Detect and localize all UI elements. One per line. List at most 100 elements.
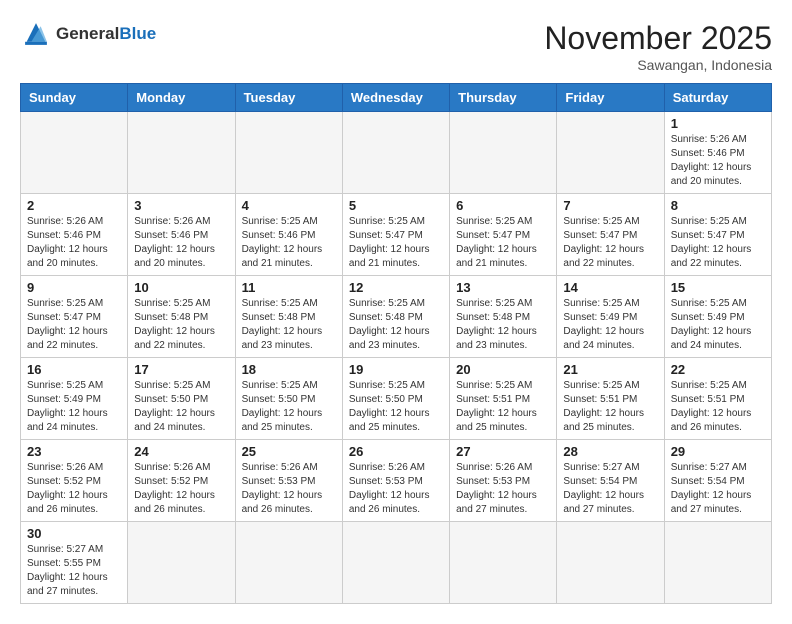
day-number: 24 xyxy=(134,444,228,459)
logo: GeneralBlue xyxy=(20,20,156,48)
day-number: 7 xyxy=(563,198,657,213)
day-info: Sunrise: 5:25 AM Sunset: 5:49 PM Dayligh… xyxy=(671,297,765,353)
day-number: 18 xyxy=(242,362,336,377)
weekday-header-sunday: Sunday xyxy=(21,84,128,112)
day-info: Sunrise: 5:25 AM Sunset: 5:51 PM Dayligh… xyxy=(563,379,657,435)
day-number: 8 xyxy=(671,198,765,213)
calendar-cell: 6 Sunrise: 5:25 AM Sunset: 5:47 PM Daylig… xyxy=(450,194,557,276)
weekday-header-row: SundayMondayTuesdayWednesdayThursdayFrid… xyxy=(21,84,772,112)
calendar-cell: 19Sunrise: 5:25 AM Sunset: 5:50 PM Dayli… xyxy=(342,358,449,440)
day-info: Sunrise: 5:27 AM Sunset: 5:54 PM Dayligh… xyxy=(563,461,657,517)
calendar-cell: 3 Sunrise: 5:26 AM Sunset: 5:46 PM Daylig… xyxy=(128,194,235,276)
day-info: Sunrise: 5:26 AM Sunset: 5:52 PM Dayligh… xyxy=(134,461,228,517)
calendar-cell: 7 Sunrise: 5:25 AM Sunset: 5:47 PM Daylig… xyxy=(557,194,664,276)
day-info: Sunrise: 5:25 AM Sunset: 5:47 PM Dayligh… xyxy=(349,215,443,271)
calendar-cell xyxy=(21,112,128,194)
calendar-cell xyxy=(235,112,342,194)
calendar-cell xyxy=(342,522,449,604)
day-number: 10 xyxy=(134,280,228,295)
calendar-cell: 16Sunrise: 5:25 AM Sunset: 5:49 PM Dayli… xyxy=(21,358,128,440)
calendar-table: SundayMondayTuesdayWednesdayThursdayFrid… xyxy=(20,83,772,604)
calendar-cell: 22Sunrise: 5:25 AM Sunset: 5:51 PM Dayli… xyxy=(664,358,771,440)
day-info: Sunrise: 5:25 AM Sunset: 5:48 PM Dayligh… xyxy=(349,297,443,353)
weekday-header-tuesday: Tuesday xyxy=(235,84,342,112)
day-number: 27 xyxy=(456,444,550,459)
weekday-header-saturday: Saturday xyxy=(664,84,771,112)
calendar-cell xyxy=(235,522,342,604)
day-info: Sunrise: 5:25 AM Sunset: 5:49 PM Dayligh… xyxy=(27,379,121,435)
weekday-header-wednesday: Wednesday xyxy=(342,84,449,112)
location: Sawangan, Indonesia xyxy=(544,57,772,73)
calendar-cell: 25Sunrise: 5:26 AM Sunset: 5:53 PM Dayli… xyxy=(235,440,342,522)
calendar-cell: 14 Sunrise: 5:25 AM Sunset: 5:49 PM Dayli… xyxy=(557,276,664,358)
calendar-cell: 15Sunrise: 5:25 AM Sunset: 5:49 PM Dayli… xyxy=(664,276,771,358)
calendar-cell: 17 Sunrise: 5:25 AM Sunset: 5:50 PM Dayli… xyxy=(128,358,235,440)
calendar-week-5: 23 Sunrise: 5:26 AM Sunset: 5:52 PM Dayli… xyxy=(21,440,772,522)
day-info: Sunrise: 5:26 AM Sunset: 5:46 PM Dayligh… xyxy=(27,215,121,271)
day-info: Sunrise: 5:25 AM Sunset: 5:48 PM Dayligh… xyxy=(134,297,228,353)
day-number: 5 xyxy=(349,198,443,213)
calendar-cell: 29Sunrise: 5:27 AM Sunset: 5:54 PM Dayli… xyxy=(664,440,771,522)
day-number: 21 xyxy=(563,362,657,377)
calendar-cell: 18Sunrise: 5:25 AM Sunset: 5:50 PM Dayli… xyxy=(235,358,342,440)
day-info: Sunrise: 5:26 AM Sunset: 5:52 PM Dayligh… xyxy=(27,461,121,517)
day-number: 2 xyxy=(27,198,121,213)
day-info: Sunrise: 5:25 AM Sunset: 5:49 PM Dayligh… xyxy=(563,297,657,353)
calendar-cell xyxy=(342,112,449,194)
day-number: 17 xyxy=(134,362,228,377)
day-info: Sunrise: 5:26 AM Sunset: 5:46 PM Dayligh… xyxy=(134,215,228,271)
calendar-week-1: 1Sunrise: 5:26 AM Sunset: 5:46 PM Daylig… xyxy=(21,112,772,194)
calendar-week-6: 30Sunrise: 5:27 AM Sunset: 5:55 PM Dayli… xyxy=(21,522,772,604)
day-number: 30 xyxy=(27,526,121,541)
logo-text: GeneralBlue xyxy=(56,24,156,44)
calendar-cell xyxy=(128,112,235,194)
calendar-cell: 4Sunrise: 5:25 AM Sunset: 5:46 PM Daylig… xyxy=(235,194,342,276)
day-number: 13 xyxy=(456,280,550,295)
day-number: 3 xyxy=(134,198,228,213)
day-info: Sunrise: 5:25 AM Sunset: 5:47 PM Dayligh… xyxy=(27,297,121,353)
day-number: 23 xyxy=(27,444,121,459)
day-info: Sunrise: 5:26 AM Sunset: 5:46 PM Dayligh… xyxy=(671,133,765,189)
calendar-cell: 12Sunrise: 5:25 AM Sunset: 5:48 PM Dayli… xyxy=(342,276,449,358)
calendar-cell: 5 Sunrise: 5:25 AM Sunset: 5:47 PM Daylig… xyxy=(342,194,449,276)
weekday-header-thursday: Thursday xyxy=(450,84,557,112)
day-info: Sunrise: 5:25 AM Sunset: 5:48 PM Dayligh… xyxy=(242,297,336,353)
calendar-cell xyxy=(557,112,664,194)
calendar-cell: 28 Sunrise: 5:27 AM Sunset: 5:54 PM Dayli… xyxy=(557,440,664,522)
weekday-header-friday: Friday xyxy=(557,84,664,112)
calendar-body: 1Sunrise: 5:26 AM Sunset: 5:46 PM Daylig… xyxy=(21,112,772,604)
day-number: 6 xyxy=(456,198,550,213)
day-number: 11 xyxy=(242,280,336,295)
day-info: Sunrise: 5:25 AM Sunset: 5:50 PM Dayligh… xyxy=(349,379,443,435)
day-info: Sunrise: 5:26 AM Sunset: 5:53 PM Dayligh… xyxy=(456,461,550,517)
day-info: Sunrise: 5:25 AM Sunset: 5:47 PM Dayligh… xyxy=(671,215,765,271)
day-info: Sunrise: 5:25 AM Sunset: 5:50 PM Dayligh… xyxy=(134,379,228,435)
calendar-cell: 2 Sunrise: 5:26 AM Sunset: 5:46 PM Daylig… xyxy=(21,194,128,276)
calendar-week-2: 2 Sunrise: 5:26 AM Sunset: 5:46 PM Daylig… xyxy=(21,194,772,276)
calendar-cell: 27 Sunrise: 5:26 AM Sunset: 5:53 PM Dayli… xyxy=(450,440,557,522)
calendar-week-4: 16Sunrise: 5:25 AM Sunset: 5:49 PM Dayli… xyxy=(21,358,772,440)
day-number: 14 xyxy=(563,280,657,295)
day-info: Sunrise: 5:25 AM Sunset: 5:47 PM Dayligh… xyxy=(456,215,550,271)
day-number: 26 xyxy=(349,444,443,459)
day-info: Sunrise: 5:25 AM Sunset: 5:47 PM Dayligh… xyxy=(563,215,657,271)
calendar-cell: 24 Sunrise: 5:26 AM Sunset: 5:52 PM Dayli… xyxy=(128,440,235,522)
calendar-cell: 21 Sunrise: 5:25 AM Sunset: 5:51 PM Dayli… xyxy=(557,358,664,440)
day-info: Sunrise: 5:26 AM Sunset: 5:53 PM Dayligh… xyxy=(349,461,443,517)
calendar-cell: 13Sunrise: 5:25 AM Sunset: 5:48 PM Dayli… xyxy=(450,276,557,358)
calendar-header: SundayMondayTuesdayWednesdayThursdayFrid… xyxy=(21,84,772,112)
weekday-header-monday: Monday xyxy=(128,84,235,112)
calendar-cell xyxy=(557,522,664,604)
calendar-cell: 30Sunrise: 5:27 AM Sunset: 5:55 PM Dayli… xyxy=(21,522,128,604)
logo-icon xyxy=(20,20,52,48)
month-title: November 2025 xyxy=(544,20,772,57)
day-info: Sunrise: 5:26 AM Sunset: 5:53 PM Dayligh… xyxy=(242,461,336,517)
calendar-cell xyxy=(128,522,235,604)
calendar-cell: 9Sunrise: 5:25 AM Sunset: 5:47 PM Daylig… xyxy=(21,276,128,358)
calendar-week-3: 9Sunrise: 5:25 AM Sunset: 5:47 PM Daylig… xyxy=(21,276,772,358)
calendar-cell: 26 Sunrise: 5:26 AM Sunset: 5:53 PM Dayli… xyxy=(342,440,449,522)
day-number: 29 xyxy=(671,444,765,459)
calendar-cell: 8 Sunrise: 5:25 AM Sunset: 5:47 PM Daylig… xyxy=(664,194,771,276)
calendar-cell: 20Sunrise: 5:25 AM Sunset: 5:51 PM Dayli… xyxy=(450,358,557,440)
day-number: 28 xyxy=(563,444,657,459)
